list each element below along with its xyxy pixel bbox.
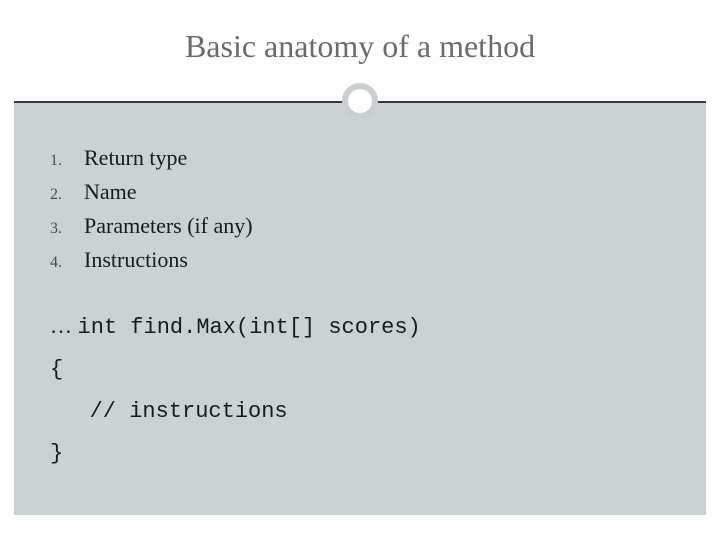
code-block: … int find.Max(int[] scores) { // instru… [50,305,670,474]
list-number: 3. [50,217,84,242]
title-area: Basic anatomy of a method [14,8,706,75]
list-number: 1. [50,149,84,174]
code-line: { [50,349,670,391]
list-text: Name [84,175,137,209]
divider-circle-icon [342,83,378,119]
code-line: } [50,433,670,475]
code-text: int find.Max(int[] scores) [78,315,421,340]
ellipsis: … [50,313,78,338]
list-number: 4. [50,251,84,276]
code-line: // instructions [50,391,670,433]
list-number: 2. [50,183,84,208]
code-line: … int find.Max(int[] scores) [50,305,670,349]
content-box: 1. Return type 2. Name 3. Parameters (if… [14,101,706,515]
list-text: Return type [84,141,187,175]
list-item: 2. Name [50,175,670,209]
list-item: 1. Return type [50,141,670,175]
slide-title: Basic anatomy of a method [14,28,706,65]
list-text: Instructions [84,243,188,277]
list-item: 4. Instructions [50,243,670,277]
slide: Basic anatomy of a method 1. Return type… [0,0,720,540]
list-item: 3. Parameters (if any) [50,209,670,243]
list-text: Parameters (if any) [84,209,253,243]
numbered-list: 1. Return type 2. Name 3. Parameters (if… [50,141,670,277]
divider [14,81,706,121]
